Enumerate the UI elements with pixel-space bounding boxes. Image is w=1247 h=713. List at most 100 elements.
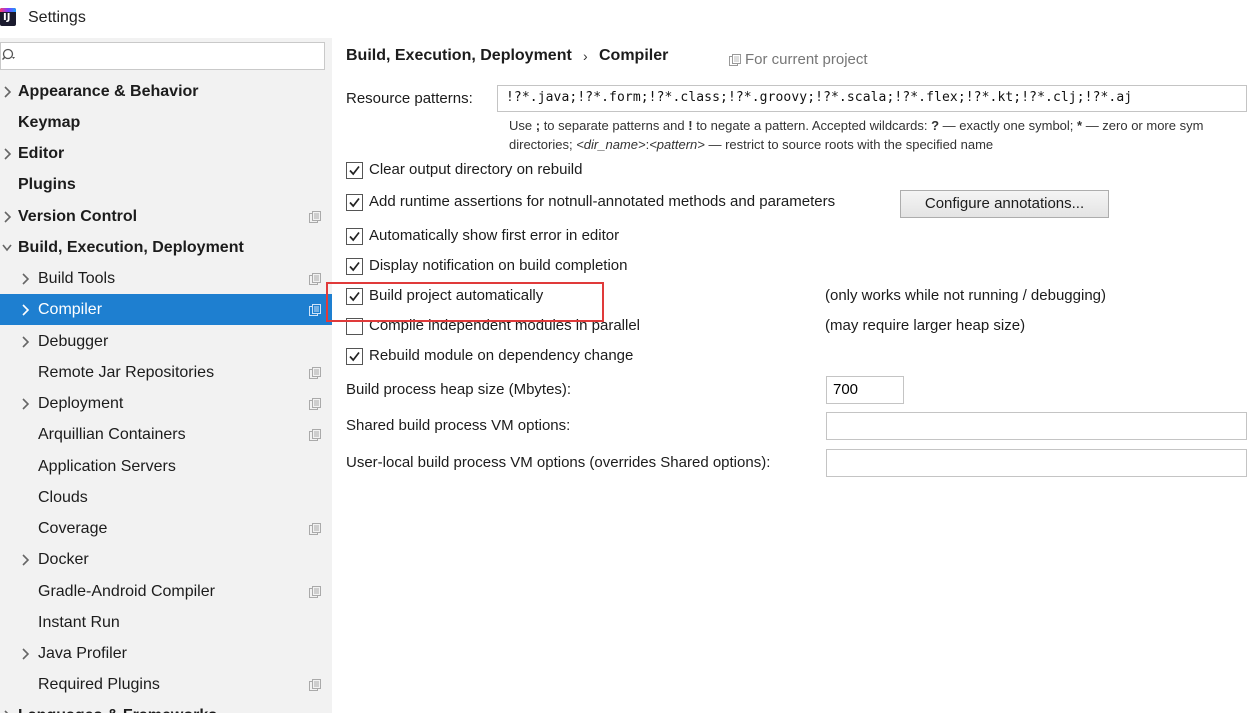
option-label: Rebuild module on dependency change <box>369 347 634 364</box>
sidebar-item-remote-jar-repositories[interactable]: Remote Jar Repositories <box>0 357 332 388</box>
sidebar-item-appearance-behavior[interactable]: Appearance & Behavior <box>0 76 332 107</box>
sidebar-item-label: Build Tools <box>38 270 116 287</box>
settings-search-input[interactable] <box>0 42 325 70</box>
sidebar-item-coverage[interactable]: Coverage <box>0 513 332 544</box>
hint-text: to negate a pattern. Accepted wildcards: <box>692 118 932 133</box>
hint-text: — zero or more sym <box>1082 118 1204 133</box>
project-scope-icon <box>309 679 321 691</box>
project-scope-icon <box>309 273 321 285</box>
checkbox-checked[interactable] <box>346 228 363 245</box>
sidebar-item-label: Keymap <box>18 114 81 131</box>
sidebar-item-languages-frameworks[interactable]: Languages & Frameworks <box>0 700 332 713</box>
breadcrumb-parent[interactable]: Build, Execution, Deployment <box>346 47 572 65</box>
sidebar-item-label: Required Plugins <box>38 676 160 693</box>
sidebar-item-label: Docker <box>38 551 89 568</box>
checkbox-checked[interactable] <box>346 258 363 275</box>
checkmark-icon <box>349 351 360 362</box>
chevron-right-icon[interactable] <box>20 648 30 660</box>
checkmark-icon <box>349 261 360 272</box>
option-label: Automatically show first error in editor <box>369 227 620 244</box>
user-vm-options-label: User-local build process VM options (ove… <box>346 454 771 471</box>
option-label: Display notification on build completion <box>369 257 628 274</box>
checkmark-icon <box>349 197 360 208</box>
sidebar-item-label: Gradle-Android Compiler <box>38 583 215 600</box>
option-note: (may require larger heap size) <box>825 317 1026 334</box>
heap-size-input[interactable]: 700 <box>826 376 904 404</box>
breadcrumb-current: Compiler <box>599 47 669 64</box>
sidebar-item-required-plugins[interactable]: Required Plugins <box>0 669 332 700</box>
sidebar-item-label: Instant Run <box>38 614 120 631</box>
sidebar-item-plugins[interactable]: Plugins <box>0 169 332 200</box>
sidebar-item-version-control[interactable]: Version Control <box>0 201 332 232</box>
sidebar-item-label: Application Servers <box>38 458 176 475</box>
sidebar-item-label: Remote Jar Repositories <box>38 364 215 381</box>
sidebar-item-keymap[interactable]: Keymap <box>0 107 332 138</box>
shared-vm-options-input[interactable] <box>826 412 1247 440</box>
sidebar-item-label: Coverage <box>38 520 108 537</box>
project-scope-icon <box>309 523 321 535</box>
checkbox-checked[interactable] <box>346 194 363 211</box>
sidebar-item-debugger[interactable]: Debugger <box>0 326 332 357</box>
shared-vm-options-label: Shared build process VM options: <box>346 417 571 434</box>
app-icon-letters: IJ <box>3 12 11 23</box>
resource-patterns-value: !?*.java;!?*.form;!?*.class;!?*.groovy;!… <box>506 90 1133 105</box>
sidebar-item-label: Deployment <box>38 395 124 412</box>
chevron-right-icon[interactable] <box>2 211 12 223</box>
sidebar-item-label: Debugger <box>38 333 109 350</box>
sidebar-item-label: Build, Execution, Deployment <box>18 239 244 256</box>
checkmark-icon <box>349 165 360 176</box>
sidebar-item-label: Compiler <box>38 301 103 318</box>
option-label: Clear output directory on rebuild <box>369 161 583 178</box>
sidebar-item-label: Java Profiler <box>38 645 127 662</box>
sidebar-item-docker[interactable]: Docker <box>0 544 332 575</box>
highlight-box <box>326 282 604 322</box>
checkbox-checked[interactable] <box>346 162 363 179</box>
sidebar-item-compiler[interactable]: Compiler <box>0 294 332 325</box>
chevron-right-icon[interactable] <box>20 398 30 410</box>
chevron-right-icon[interactable] <box>20 304 30 316</box>
chevron-right-icon[interactable] <box>20 554 30 566</box>
resource-patterns-hint-line2: directories; <dir_name>:<pattern> — rest… <box>509 137 993 152</box>
sidebar-item-java-profiler[interactable]: Java Profiler <box>0 638 332 669</box>
resource-patterns-label: Resource patterns: <box>346 90 473 107</box>
sidebar-item-label: Editor <box>18 145 65 162</box>
sidebar-item-label: Arquillian Containers <box>38 426 186 443</box>
sidebar-item-clouds[interactable]: Clouds <box>0 482 332 513</box>
sidebar-item-arquillian-containers[interactable]: Arquillian Containers <box>0 419 332 450</box>
checkbox-checked[interactable] <box>346 348 363 365</box>
sidebar-item-editor[interactable]: Editor <box>0 138 332 169</box>
title-bar: IJ Settings <box>0 0 1247 38</box>
hint-question: ? <box>931 118 940 133</box>
chevron-right-icon[interactable] <box>2 86 12 98</box>
compiler-settings-panel: Build, Execution, Deployment › Compiler … <box>326 38 1247 713</box>
hint-text: Use <box>509 118 536 133</box>
checkmark-icon <box>349 231 360 242</box>
project-scope-icon <box>309 367 321 379</box>
project-scope-icon <box>309 211 321 223</box>
sidebar-item-gradle-android-compiler[interactable]: Gradle-Android Compiler <box>0 576 332 607</box>
sidebar-item-build-execution-deployment[interactable]: Build, Execution, Deployment <box>0 232 332 263</box>
configure-annotations-button[interactable]: Configure annotations... <box>900 190 1109 218</box>
hint-pattern: <pattern> <box>649 137 705 152</box>
resource-patterns-hint-line1: Use ; to separate patterns and ! to nega… <box>509 118 1203 133</box>
user-vm-options-input[interactable] <box>826 449 1247 477</box>
sidebar-item-label: Version Control <box>18 208 138 225</box>
sidebar-item-deployment[interactable]: Deployment <box>0 388 332 419</box>
project-scope-icon <box>309 586 321 598</box>
heap-size-label: Build process heap size (Mbytes): <box>346 381 572 398</box>
scope-label: For current project <box>745 51 868 68</box>
hint-text: — exactly one symbol; <box>939 118 1078 133</box>
project-scope-icon <box>309 304 321 316</box>
resource-patterns-input[interactable]: !?*.java;!?*.form;!?*.class;!?*.groovy;!… <box>497 85 1247 112</box>
sidebar-item-application-servers[interactable]: Application Servers <box>0 451 332 482</box>
chevron-right-icon[interactable] <box>20 273 30 285</box>
chevron-down-icon[interactable] <box>2 242 12 254</box>
option-note: (only works while not running / debuggin… <box>825 287 1106 304</box>
chevron-right-icon[interactable] <box>2 148 12 160</box>
sidebar-item-build-tools[interactable]: Build Tools <box>0 263 332 294</box>
window-title: Settings <box>28 9 86 26</box>
chevron-right-icon[interactable] <box>20 336 30 348</box>
project-scope-icon <box>309 398 321 410</box>
heap-size-value: 700 <box>833 381 859 398</box>
sidebar-item-instant-run[interactable]: Instant Run <box>0 607 332 638</box>
